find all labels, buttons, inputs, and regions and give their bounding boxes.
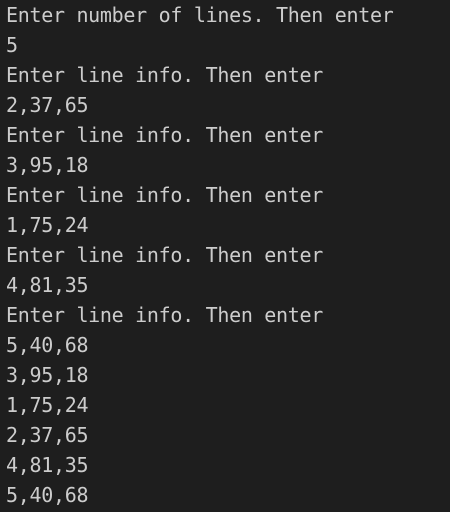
output-line: 3,95,18 xyxy=(6,363,89,387)
output-line: 4,81,35 xyxy=(6,273,89,297)
output-line: 5,40,68 xyxy=(6,483,89,507)
output-line: 2,37,65 xyxy=(6,423,89,447)
output-line: Enter line info. Then enter xyxy=(6,183,324,207)
output-line: 1,75,24 xyxy=(6,393,89,417)
output-line: 1,75,24 xyxy=(6,213,89,237)
output-line: Enter line info. Then enter xyxy=(6,303,324,327)
output-line: Enter line info. Then enter xyxy=(6,63,324,87)
output-line: 2,37,65 xyxy=(6,93,89,117)
output-line: 4,81,35 xyxy=(6,453,89,477)
console-output: Enter number of lines. Then enter 5 Ente… xyxy=(6,0,450,510)
terminal-output-panel[interactable]: Enter number of lines. Then enter 5 Ente… xyxy=(0,0,450,512)
output-line: 3,95,18 xyxy=(6,153,89,177)
output-line: 5,40,68 xyxy=(6,333,89,357)
output-line: Enter number of lines. Then enter xyxy=(6,3,394,27)
output-line: Enter line info. Then enter xyxy=(6,243,324,267)
output-line: 5 xyxy=(6,33,18,57)
output-line: Enter line info. Then enter xyxy=(6,123,324,147)
